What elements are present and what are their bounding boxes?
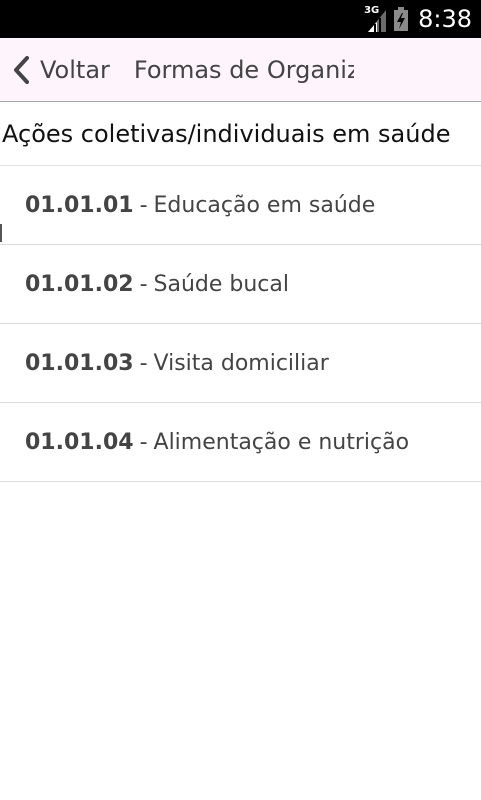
chevron-left-icon (14, 55, 29, 84)
list-item-01-01-03[interactable]: 01.01.03 - Visita domiciliar (0, 324, 481, 403)
app-header: Voltar Formas de Organiz. (0, 38, 481, 102)
item-separator: - (139, 429, 148, 455)
item-separator: - (139, 192, 148, 218)
signal-icon: 3G (364, 6, 388, 32)
status-icons: 3G 8:38 (364, 5, 472, 33)
item-label: Educação em saúde (153, 192, 376, 218)
item-code: 01.01.01 (25, 192, 134, 218)
list-item-01-01-01[interactable]: 01.01.01 - Educação em saúde (0, 166, 481, 245)
network-type-label: 3G (364, 5, 380, 16)
item-label: Saúde bucal (153, 271, 289, 297)
back-button[interactable]: Voltar (0, 38, 110, 101)
status-clock: 8:38 (418, 5, 472, 33)
item-code: 01.01.02 (25, 271, 134, 297)
item-code: 01.01.03 (25, 350, 134, 376)
item-list: 01.01.01 - Educação em saúde 01.01.02 - … (0, 166, 481, 482)
section-heading: Ações coletivas/individuais em saúde (0, 102, 481, 166)
item-separator: - (139, 350, 148, 376)
item-label: Visita domiciliar (153, 350, 329, 376)
page-title: Formas de Organiz. (133, 55, 354, 84)
item-label: Alimentação e nutrição (153, 429, 410, 455)
battery-charging-icon (394, 7, 409, 31)
status-bar: 3G 8:38 (0, 0, 481, 38)
item-code: 01.01.04 (25, 429, 134, 455)
list-item-01-01-02[interactable]: 01.01.02 - Saúde bucal (0, 245, 481, 324)
app-screen: 3G 8:38 Voltar Formas de Organiz. Ações … (0, 0, 481, 800)
back-label: Voltar (40, 55, 110, 84)
item-separator: - (139, 271, 148, 297)
list-item-01-01-04[interactable]: 01.01.04 - Alimentação e nutrição (0, 403, 481, 482)
scroll-indicator (0, 224, 2, 242)
